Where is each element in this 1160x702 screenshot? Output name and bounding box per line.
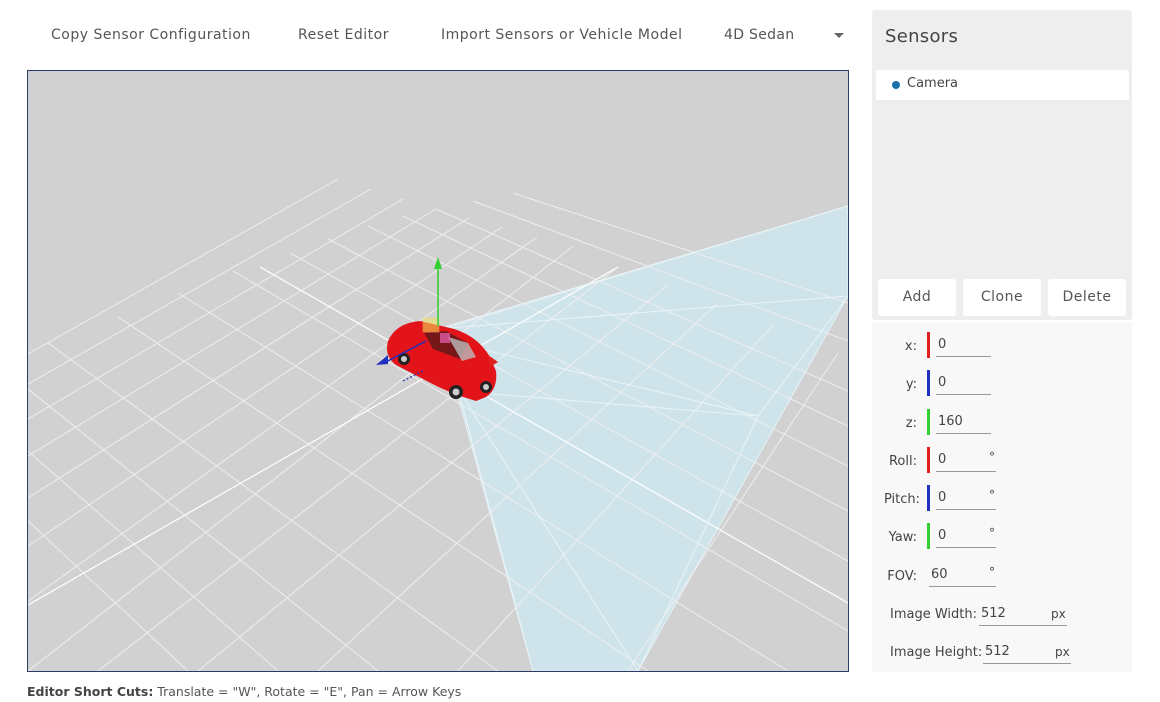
shortcuts-title: Editor Short Cuts: [27, 684, 154, 699]
sensors-panel-title: Sensors [885, 26, 959, 47]
y-axis-color-bar [927, 370, 930, 396]
z-label: z: [905, 416, 917, 431]
x-axis-color-bar [927, 332, 930, 358]
pitch-label: Pitch: [883, 492, 920, 507]
sensor-item-camera[interactable]: Camera [876, 70, 1129, 100]
caret-down-icon [834, 33, 844, 38]
3d-viewport[interactable] [27, 70, 849, 672]
sensors-panel: Sensors Camera Add Clone Delete [872, 10, 1132, 320]
image-height-unit: px [1055, 645, 1070, 659]
z-input[interactable] [936, 410, 991, 434]
roll-label: Roll: [888, 454, 917, 469]
fov-label: FOV: [887, 569, 917, 584]
vehicle-model-select[interactable]: 4D Sedan [724, 24, 848, 46]
roll-unit: ° [989, 450, 995, 464]
yaw-color-bar [927, 523, 930, 549]
fov-unit: ° [989, 565, 995, 579]
yaw-input[interactable] [936, 524, 996, 548]
import-sensors-button[interactable]: Import Sensors or Vehicle Model [441, 24, 682, 46]
x-label: x: [904, 339, 917, 354]
x-input[interactable] [936, 333, 991, 357]
yaw-label: Yaw: [888, 530, 917, 545]
delete-sensor-button[interactable]: Delete [1048, 279, 1126, 316]
yaw-unit: ° [989, 526, 995, 540]
3d-scene [28, 178, 848, 671]
sensor-item-label: Camera [907, 76, 959, 91]
image-height-label: Image Height: [890, 645, 983, 660]
pitch-unit: ° [989, 488, 995, 502]
camera-frustum [435, 205, 848, 671]
roll-color-bar [927, 447, 930, 473]
vehicle-model-select-value: 4D Sedan [724, 27, 795, 43]
roll-input[interactable] [936, 448, 996, 472]
add-sensor-button[interactable]: Add [878, 279, 956, 316]
y-input[interactable] [936, 371, 991, 395]
shortcuts-text: Translate = "W", Rotate = "E", Pan = Arr… [153, 684, 462, 699]
image-width-unit: px [1051, 607, 1066, 621]
sensor-properties-panel: x: y: z: Roll: ° Pitch: ° Yaw: ° FOV: ° … [872, 322, 1132, 672]
fov-input[interactable] [929, 563, 996, 587]
sensor-status-dot-icon [892, 81, 900, 89]
clone-sensor-button[interactable]: Clone [963, 279, 1041, 316]
y-label: y: [905, 377, 917, 392]
copy-sensor-configuration-button[interactable]: Copy Sensor Configuration [51, 24, 251, 46]
z-axis-color-bar [927, 409, 930, 435]
reset-editor-button[interactable]: Reset Editor [298, 24, 389, 46]
editor-shortcuts: Editor Short Cuts: Translate = "W", Rota… [27, 684, 461, 699]
image-width-label: Image Width: [890, 607, 977, 622]
z-axis-handle [434, 257, 442, 269]
pitch-color-bar [927, 485, 930, 511]
y-axis-handle [376, 355, 388, 365]
pitch-input[interactable] [936, 486, 996, 510]
